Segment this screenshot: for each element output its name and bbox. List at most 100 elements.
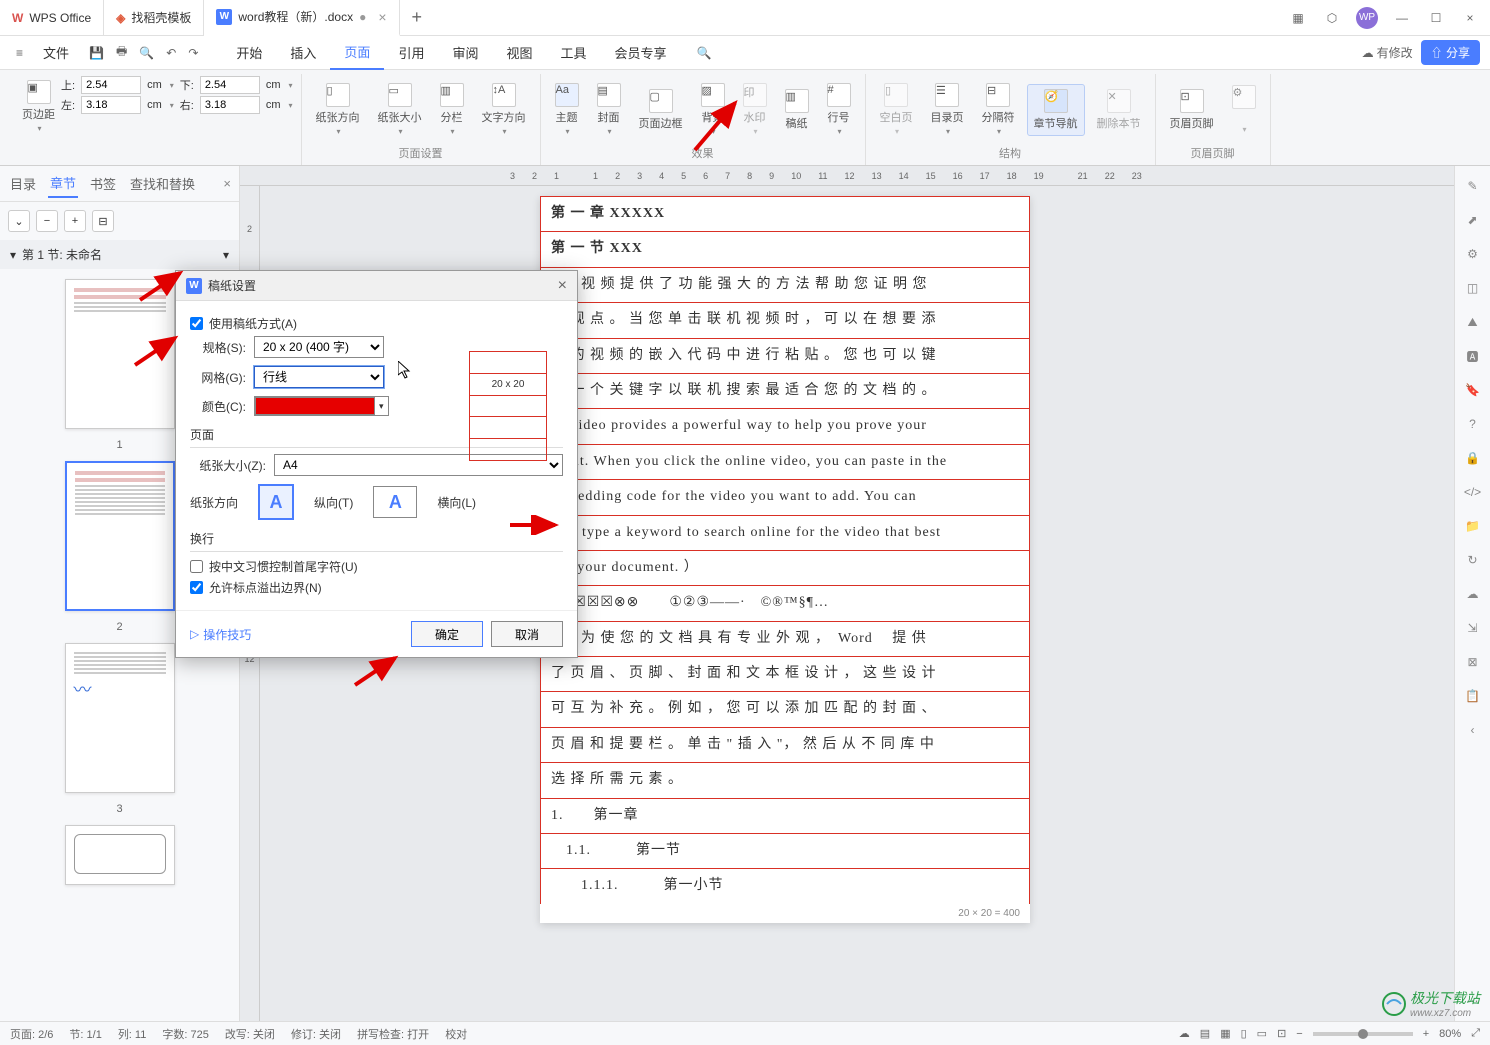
dropdown-arrow-icon[interactable]: ▾ bbox=[375, 401, 388, 412]
search-icon[interactable]: 🔍 bbox=[691, 46, 718, 60]
mountain-icon[interactable]: ⛰ bbox=[1463, 312, 1483, 332]
save-icon[interactable]: 💾 bbox=[83, 46, 110, 60]
left-tab-chapters[interactable]: 章节 bbox=[48, 169, 78, 198]
cancel-button[interactable]: 取消 bbox=[491, 621, 563, 647]
left-tab-find-replace[interactable]: 查找和替换 bbox=[128, 170, 197, 197]
menu-page[interactable]: 页面 bbox=[330, 36, 384, 70]
ok-button[interactable]: 确定 bbox=[411, 621, 483, 647]
grid-select[interactable]: 行线 bbox=[254, 366, 384, 388]
margin-right-input[interactable] bbox=[200, 96, 260, 114]
theme-button[interactable]: Aa主题▾ bbox=[549, 79, 585, 140]
cloud-sync-icon[interactable]: ☁ bbox=[1463, 584, 1483, 604]
cursor-icon[interactable]: ⬈ bbox=[1463, 210, 1483, 230]
toc-page-button[interactable]: ☰目录页▾ bbox=[925, 79, 970, 140]
status-track-changes[interactable]: 改写: 关闭 bbox=[225, 1026, 275, 1042]
merge-button[interactable]: ⊟ bbox=[92, 210, 114, 232]
margins-button[interactable]: ▣ 页边距▾ bbox=[16, 76, 61, 137]
status-revisions[interactable]: 修订: 关闭 bbox=[291, 1026, 341, 1042]
status-column[interactable]: 列: 11 bbox=[118, 1026, 147, 1042]
menu-file[interactable]: 文件 bbox=[29, 36, 83, 70]
close-icon[interactable]: × bbox=[558, 277, 567, 295]
chevron-left-icon[interactable]: ‹ bbox=[1463, 720, 1483, 740]
print-preview-icon[interactable]: 🔍 bbox=[133, 46, 160, 60]
hamburger-icon[interactable]: ≡ bbox=[10, 46, 29, 60]
zoom-out-button[interactable]: − bbox=[1296, 1028, 1302, 1040]
menu-start[interactable]: 开始 bbox=[222, 36, 276, 70]
cover-button[interactable]: ▤封面▾ bbox=[591, 79, 627, 140]
help-icon[interactable]: ? bbox=[1463, 414, 1483, 434]
collapse-button[interactable]: ⌄ bbox=[8, 210, 30, 232]
margin-bottom-input[interactable] bbox=[200, 76, 260, 94]
view-mode-icon[interactable]: ▦ bbox=[1220, 1027, 1230, 1040]
separator-button[interactable]: ⊟分隔符▾ bbox=[976, 79, 1021, 140]
view-mode-icon[interactable]: ▯ bbox=[1241, 1027, 1247, 1040]
tab-template[interactable]: ◈ 找稻壳模板 bbox=[104, 0, 204, 36]
color-swatch[interactable] bbox=[255, 397, 375, 415]
pencil-icon[interactable]: ✎ bbox=[1463, 176, 1483, 196]
section-row[interactable]: ▾ 第 1 节: 未命名 ▾ bbox=[0, 240, 239, 269]
orientation-button[interactable]: ▯纸张方向▾ bbox=[310, 79, 366, 140]
status-page[interactable]: 页面: 2/6 bbox=[10, 1026, 53, 1042]
margin-top-input[interactable] bbox=[81, 76, 141, 94]
shapes-icon[interactable]: ◫ bbox=[1463, 278, 1483, 298]
header-footer-settings-button[interactable]: ⚙ ▾ bbox=[1226, 81, 1262, 138]
use-writing-paper-checkbox[interactable] bbox=[190, 317, 203, 330]
thumbnail-page-3[interactable]: 〰 bbox=[65, 643, 175, 793]
avatar[interactable]: WP bbox=[1356, 7, 1378, 29]
menu-review[interactable]: 审阅 bbox=[438, 36, 492, 70]
overflow-checkbox[interactable] bbox=[190, 581, 203, 594]
margin-left-input[interactable] bbox=[81, 96, 141, 114]
minimize-icon[interactable]: — bbox=[1392, 8, 1412, 28]
line-number-button[interactable]: #行号▾ bbox=[821, 79, 857, 140]
boxed-x-icon[interactable]: ⊠ bbox=[1463, 652, 1483, 672]
thumbnail-page-4[interactable] bbox=[65, 825, 175, 885]
background-button[interactable]: ▨背景▾ bbox=[695, 79, 731, 140]
translate-icon[interactable]: 🅰 bbox=[1463, 346, 1483, 366]
folder-icon[interactable]: 📁 bbox=[1463, 516, 1483, 536]
cjk-chars-checkbox[interactable] bbox=[190, 560, 203, 573]
lock-icon[interactable]: 🔒 bbox=[1463, 448, 1483, 468]
tab-wps-home[interactable]: W WPS Office bbox=[0, 0, 104, 36]
thumbnail-page-1[interactable] bbox=[65, 279, 175, 429]
close-window-icon[interactable]: × bbox=[1460, 8, 1480, 28]
add-button[interactable]: + bbox=[64, 210, 86, 232]
view-mode-icon[interactable]: ▤ bbox=[1200, 1027, 1210, 1040]
share-button[interactable]: ⇧ 分享 bbox=[1421, 40, 1480, 65]
settings-sliders-icon[interactable]: ⚙ bbox=[1463, 244, 1483, 264]
code-icon[interactable]: </> bbox=[1463, 482, 1483, 502]
text-direction-button[interactable]: ↕A文字方向▾ bbox=[476, 79, 532, 140]
status-word-count[interactable]: 字数: 725 bbox=[162, 1026, 208, 1042]
menu-member[interactable]: 会员专享 bbox=[601, 36, 681, 70]
left-tab-toc[interactable]: 目录 bbox=[8, 170, 38, 197]
zoom-level[interactable]: 80% bbox=[1439, 1028, 1461, 1040]
menu-view[interactable]: 视图 bbox=[492, 36, 546, 70]
document-page[interactable]: 第 一 章 XXXXX 第 一 节 XXX 视 频 提 供 了 功 能 强 大 … bbox=[540, 196, 1030, 923]
undo-icon[interactable]: ↶ bbox=[160, 46, 182, 60]
header-footer-button[interactable]: ⊡页眉页脚 bbox=[1164, 85, 1220, 135]
menu-tools[interactable]: 工具 bbox=[546, 36, 600, 70]
maximize-icon[interactable]: ☐ bbox=[1426, 8, 1446, 28]
fit-icon[interactable]: ⊡ bbox=[1277, 1027, 1286, 1040]
writing-paper-button[interactable]: ▥稿纸 bbox=[779, 85, 815, 135]
watermark-button[interactable]: 印水印▾ bbox=[737, 79, 773, 140]
status-section[interactable]: 节: 1/1 bbox=[69, 1026, 101, 1042]
tips-link[interactable]: ▷ 操作技巧 bbox=[190, 626, 251, 643]
page-border-button[interactable]: ▢页面边框 bbox=[633, 85, 689, 135]
tab-document[interactable]: W word教程（新）.docx ● × bbox=[204, 0, 399, 36]
clipboard-icon[interactable]: 📋 bbox=[1463, 686, 1483, 706]
refresh-icon[interactable]: ↻ bbox=[1463, 550, 1483, 570]
zoom-in-button[interactable]: + bbox=[1423, 1028, 1429, 1040]
export-icon[interactable]: ⇲ bbox=[1463, 618, 1483, 638]
blank-page-button[interactable]: ▯空白页▾ bbox=[874, 79, 919, 140]
menu-reference[interactable]: 引用 bbox=[384, 36, 438, 70]
view-mode-icon[interactable]: ▭ bbox=[1257, 1027, 1267, 1040]
portrait-button[interactable]: A bbox=[258, 484, 294, 520]
zoom-slider[interactable] bbox=[1313, 1032, 1413, 1036]
chapter-nav-button[interactable]: 🧭章节导航 bbox=[1027, 84, 1085, 136]
left-tab-bookmarks[interactable]: 书签 bbox=[88, 170, 118, 197]
delete-section-button[interactable]: ✕删除本节 bbox=[1091, 85, 1147, 135]
cloud-sync-icon[interactable]: ☁ bbox=[1179, 1027, 1190, 1040]
columns-button[interactable]: ▥分栏▾ bbox=[434, 79, 470, 140]
app-grid-icon[interactable]: ▦ bbox=[1288, 8, 1308, 28]
remove-button[interactable]: − bbox=[36, 210, 58, 232]
